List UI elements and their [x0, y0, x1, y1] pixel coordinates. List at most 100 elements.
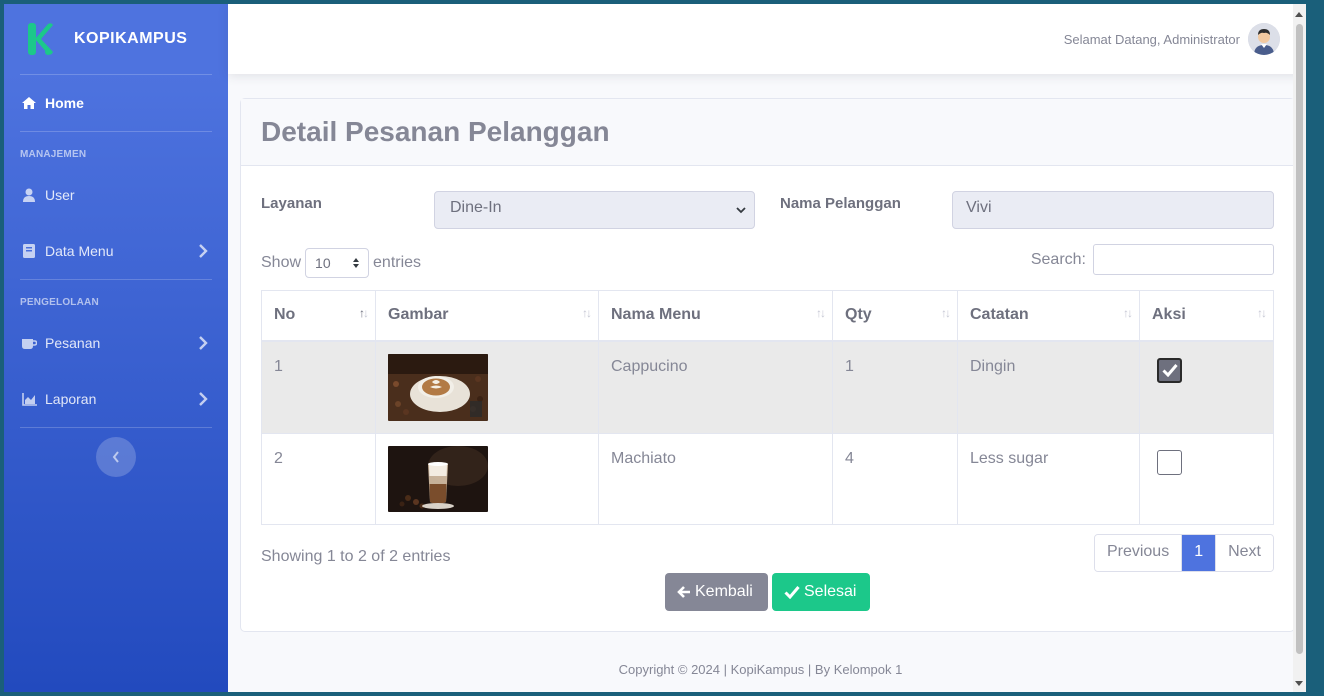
- length-control: Show 10 entries: [261, 248, 421, 278]
- layanan-select[interactable]: Dine-In: [434, 191, 755, 229]
- brand-name: KOPIKAMPUS: [74, 30, 188, 47]
- sidebar-item-pesanan[interactable]: Pesanan: [4, 315, 228, 371]
- sidebar-heading-pengelolaan: PENGELOLAAN: [20, 297, 99, 308]
- column-label: Qty: [845, 306, 872, 323]
- datatable-footer: Showing 1 to 2 of 2 entries Previous 1 N…: [261, 530, 1274, 572]
- sort-icon: ↑↓: [582, 306, 592, 320]
- cell-catatan: Dingin: [957, 340, 1140, 434]
- column-header-qty[interactable]: Qty ↑↓: [832, 290, 958, 342]
- check-icon: [784, 586, 800, 599]
- sidebar-item-label: Data Menu: [45, 243, 114, 259]
- order-table: No ↑↓ Gambar ↑↓ Nama Menu ↑↓ Qty ↑↓ Catatan ↑…: [261, 290, 1274, 525]
- column-header-catatan[interactable]: Catatan ↑↓: [957, 290, 1140, 342]
- brand[interactable]: KOPIKAMPUS: [4, 4, 228, 74]
- sidebar-toggle-button[interactable]: [96, 437, 136, 477]
- pagination-previous[interactable]: Previous: [1094, 535, 1183, 571]
- topbar: Selamat Datang, Administrator: [228, 4, 1306, 74]
- nama-pelanggan-field[interactable]: Vivi: [952, 191, 1274, 229]
- cell-no: 1: [261, 340, 376, 434]
- app-window: KOPIKAMPUS Home MANAJEMEN User Data Menu…: [4, 4, 1306, 692]
- search-control: Search:: [1031, 244, 1274, 275]
- sidebar-divider: [20, 427, 212, 428]
- card-header: Detail Pesanan Pelanggan: [241, 99, 1294, 166]
- sidebar-item-label: Pesanan: [45, 335, 101, 351]
- cell-aksi: [1139, 432, 1274, 525]
- arrow-left-icon: [677, 586, 690, 598]
- chevron-left-icon: [112, 451, 119, 463]
- cell-nama-menu: Machiato: [598, 432, 833, 525]
- sort-icon: ↑↓: [1257, 306, 1267, 320]
- cell-aksi: [1139, 340, 1274, 434]
- done-button[interactable]: Selesai: [772, 573, 870, 611]
- chevron-right-icon: [199, 244, 208, 258]
- back-button-label: Kembali: [695, 583, 753, 600]
- cell-qty: 4: [832, 432, 958, 525]
- cell-gambar: [375, 340, 599, 434]
- table-row: 1 Cappucino 1 Dingin: [261, 340, 1274, 434]
- cell-qty: 1: [832, 340, 958, 434]
- column-label: Catatan: [970, 306, 1029, 323]
- pagination: Previous 1 Next: [1093, 534, 1274, 572]
- home-icon: [21, 95, 37, 111]
- sidebar-item-data-menu[interactable]: Data Menu: [4, 223, 228, 279]
- sort-icon: ↑↓: [359, 306, 369, 320]
- sidebar-heading-manajemen: MANAJEMEN: [20, 149, 87, 160]
- avatar[interactable]: [1248, 23, 1280, 55]
- search-label: Search:: [1030, 250, 1086, 268]
- column-header-nama-menu[interactable]: Nama Menu ↑↓: [598, 290, 833, 342]
- column-header-aksi[interactable]: Aksi ↑↓: [1139, 290, 1274, 342]
- nama-pelanggan-label: Nama Pelanggan: [780, 195, 901, 212]
- scroll-down-icon[interactable]: [1295, 681, 1303, 686]
- show-label: Show: [261, 254, 302, 271]
- pagination-next[interactable]: Next: [1216, 535, 1273, 571]
- column-label: Gambar: [388, 306, 449, 323]
- sidebar-item-user[interactable]: User: [4, 167, 228, 223]
- column-header-gambar[interactable]: Gambar ↑↓: [375, 290, 599, 342]
- layanan-value: Dine-In: [450, 199, 502, 216]
- sort-icon: ↑↓: [816, 306, 826, 320]
- cappucino-image: [388, 353, 488, 421]
- cell-nama-menu: Cappucino: [598, 340, 833, 434]
- entries-label: entries: [373, 254, 422, 271]
- table-info: Showing 1 to 2 of 2 entries: [261, 548, 451, 565]
- search-input[interactable]: [1093, 244, 1274, 275]
- welcome-text[interactable]: Selamat Datang, Administrator: [1064, 32, 1240, 47]
- done-checkbox[interactable]: [1157, 449, 1182, 475]
- column-label: Aksi: [1152, 306, 1186, 323]
- chevron-right-icon: [199, 336, 208, 350]
- form-actions: Kembali Selesai: [665, 573, 874, 611]
- sidebar-item-label: User: [45, 187, 75, 203]
- cell-gambar: [375, 432, 599, 525]
- scroll-up-icon[interactable]: [1295, 12, 1303, 17]
- table-row: 2 Machiato 4 Less sugar: [261, 432, 1274, 525]
- pagination-page-1[interactable]: 1: [1182, 535, 1217, 571]
- column-label: Nama Menu: [611, 306, 701, 323]
- coffee-icon: [21, 335, 37, 351]
- layanan-label: Layanan: [261, 195, 322, 212]
- sidebar: KOPIKAMPUS Home MANAJEMEN User Data Menu…: [4, 4, 228, 692]
- sort-icon: ↑↓: [1123, 306, 1133, 320]
- book-icon: [21, 243, 37, 259]
- user-icon: [21, 187, 37, 203]
- sort-icon: ↑↓: [941, 306, 951, 320]
- datatable-controls: Show 10 entries Search:: [261, 244, 1274, 278]
- detail-card: Detail Pesanan Pelanggan Layanan Dine-In…: [240, 98, 1295, 632]
- entries-length-select[interactable]: 10: [305, 248, 370, 278]
- machiato-image: [388, 445, 488, 512]
- footer-copyright: Copyright © 2024 | KopiKampus | By Kelom…: [618, 662, 903, 677]
- done-checkbox[interactable]: [1157, 357, 1182, 383]
- sidebar-item-home[interactable]: Home: [4, 75, 228, 131]
- chevron-down-icon: [736, 207, 746, 214]
- sidebar-item-label: Laporan: [45, 391, 97, 407]
- page-scrollbar[interactable]: [1293, 4, 1306, 692]
- entries-length-value: 10: [315, 255, 331, 271]
- cell-no: 2: [261, 432, 376, 525]
- column-header-no[interactable]: No ↑↓: [261, 290, 376, 342]
- sidebar-item-laporan[interactable]: Laporan: [4, 371, 228, 427]
- back-button[interactable]: Kembali: [665, 573, 768, 611]
- table-header-row: No ↑↓ Gambar ↑↓ Nama Menu ↑↓ Qty ↑↓ Catatan ↑…: [261, 290, 1274, 342]
- sort-updown-icon: [353, 258, 360, 268]
- done-button-label: Selesai: [804, 583, 857, 600]
- scroll-thumb[interactable]: [1296, 24, 1303, 654]
- chart-area-icon: [21, 391, 37, 407]
